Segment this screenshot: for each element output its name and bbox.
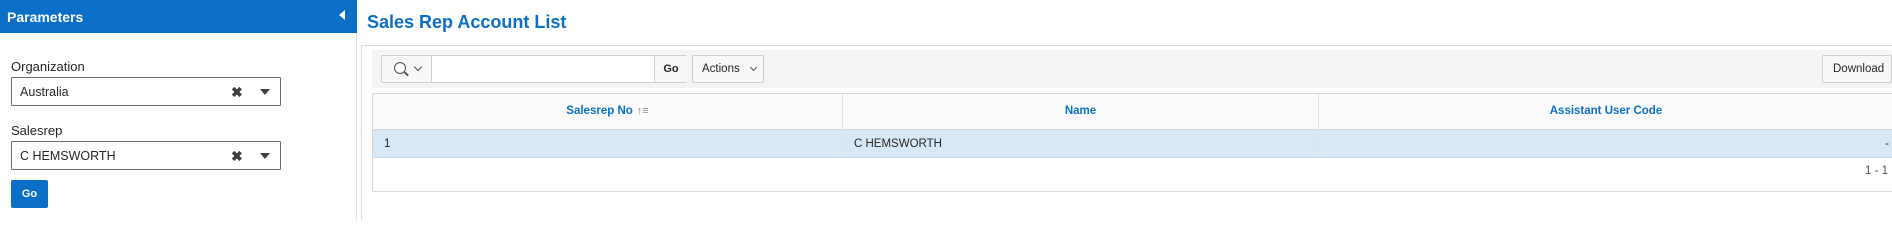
app-root: Parameters Organization Australia ✖ Sale… xyxy=(0,0,1892,220)
actions-menu-button[interactable]: Actions xyxy=(692,55,764,83)
table-header: Salesrep No ↑≡ Name Assistant User Code xyxy=(373,94,1892,130)
chevron-down-icon xyxy=(749,63,758,72)
organization-clear-icon[interactable]: ✖ xyxy=(231,84,243,100)
salesrep-clear-icon[interactable]: ✖ xyxy=(231,148,243,164)
search-column-button[interactable] xyxy=(382,56,432,82)
cell-assistant-user-code: - xyxy=(1885,138,1889,150)
column-header-salesrep-no[interactable]: Salesrep No ↑≡ xyxy=(373,94,843,129)
column-header-assistant-user-code[interactable]: Assistant User Code xyxy=(1319,94,1892,129)
table-divider xyxy=(373,191,1892,192)
actions-label: Actions xyxy=(702,63,740,75)
column-header-label: Assistant User Code xyxy=(1549,105,1663,117)
salesrep-label: Salesrep xyxy=(11,123,63,138)
search-icon xyxy=(394,62,406,74)
parameters-panel: Parameters Organization Australia ✖ Sale… xyxy=(0,0,357,220)
organization-dropdown-icon[interactable] xyxy=(260,89,270,95)
pagination-info: 1 - 1 xyxy=(1864,165,1888,177)
organization-label: Organization xyxy=(11,59,85,74)
sort-ascending-icon: ↑≡ xyxy=(636,105,649,117)
salesrep-dropdown-icon[interactable] xyxy=(260,153,270,159)
salesrep-value: C HEMSWORTH xyxy=(20,149,116,163)
parameters-panel-header: Parameters xyxy=(0,0,357,33)
organization-value: Australia xyxy=(20,85,69,99)
collapse-left-icon[interactable] xyxy=(339,10,345,20)
parameters-panel-title: Parameters xyxy=(7,9,84,25)
search-go-button[interactable]: Go xyxy=(654,56,687,82)
cell-name: C HEMSWORTH xyxy=(843,130,1319,158)
salesrep-select[interactable]: C HEMSWORTH ✖ xyxy=(11,141,281,170)
parameters-go-button[interactable]: Go xyxy=(11,180,48,208)
table-row[interactable]: 1 C HEMSWORTH - xyxy=(373,130,1892,158)
report-table: Salesrep No ↑≡ Name Assistant User Code 1… xyxy=(372,93,1892,192)
page-title: Sales Rep Account List xyxy=(367,12,567,32)
column-header-label: Name xyxy=(1064,105,1097,117)
organization-select[interactable]: Australia ✖ xyxy=(11,77,281,106)
download-button[interactable]: Download xyxy=(1822,55,1892,83)
search-input[interactable] xyxy=(433,56,654,82)
column-header-name[interactable]: Name xyxy=(843,94,1319,129)
chevron-down-icon xyxy=(413,62,423,72)
cell-salesrep-no: 1 xyxy=(373,130,843,158)
column-header-label: Salesrep No xyxy=(566,105,633,117)
search-group: Go xyxy=(381,55,687,83)
